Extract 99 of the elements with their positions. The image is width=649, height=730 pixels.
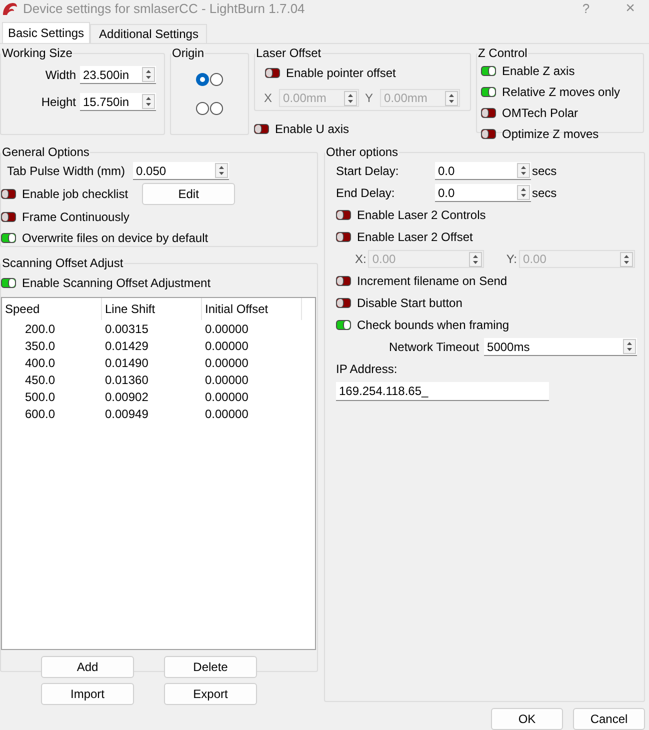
spinner-icon[interactable]	[142, 67, 155, 82]
toggle-label: Disable Start button	[357, 295, 462, 312]
toggle-label: Enable Scanning Offset Adjustment	[22, 275, 211, 292]
spinner-icon[interactable]	[517, 185, 530, 200]
radio-button[interactable]	[196, 73, 208, 86]
table-cell-text: 0.00000	[204, 354, 250, 372]
table-cell-text: 200.0	[24, 320, 56, 338]
spin-field[interactable]: 5000ms	[484, 338, 638, 356]
radio-button[interactable]	[210, 73, 222, 86]
table-cell-text: 0.01429	[104, 338, 150, 354]
toggle-switch[interactable]	[1, 212, 16, 222]
field-label: Start Delay:	[336, 163, 400, 180]
toggle-label: Enable Laser 2 Offset	[357, 229, 473, 246]
toggle-label: Enable U axis	[275, 121, 350, 138]
field-label: Network Timeout	[389, 339, 480, 356]
field-label: End Delay:	[336, 185, 396, 202]
toggle-switch[interactable]	[265, 68, 280, 78]
toggle-label: Frame Continuously	[22, 209, 130, 226]
app-logo-icon	[2, 2, 18, 16]
table-cell-text: 600.0	[24, 406, 56, 422]
tab[interactable]: Additional Settings	[90, 24, 208, 43]
toggle-switch[interactable]	[481, 129, 496, 139]
spinner-icon[interactable]	[215, 163, 228, 178]
push-button[interactable]: Delete	[164, 656, 257, 678]
toggle-label: OMTech Polar	[502, 105, 578, 122]
group-title: General Options	[1, 144, 90, 161]
spin-field[interactable]: 23.500in	[80, 66, 156, 84]
field-label: Tab Pulse Width (mm)	[7, 163, 126, 180]
push-button[interactable]: Edit	[142, 183, 236, 205]
group-title: Scanning Offset Adjust	[1, 255, 124, 272]
spin-field[interactable]: 0.0	[435, 162, 531, 180]
spinner-icon[interactable]	[142, 94, 155, 109]
group-title: Z Control	[477, 45, 528, 62]
group-title: Laser Offset	[255, 45, 322, 62]
table-cell-text: 500.0	[24, 388, 56, 406]
toggle-label: Increment filename on Send	[357, 273, 508, 290]
toggle-switch[interactable]	[336, 320, 351, 330]
table-cell-text: 0.00000	[204, 406, 250, 422]
toggle-switch[interactable]	[1, 278, 16, 288]
toggle-switch[interactable]	[336, 232, 351, 242]
spinner-icon[interactable]	[517, 163, 530, 178]
push-button[interactable]: Add	[41, 656, 134, 678]
table-cell-text: 450.0	[24, 372, 56, 388]
field-label: X:	[355, 251, 366, 268]
table-cell-text: 0.00000	[204, 320, 250, 338]
push-button[interactable]: Cancel	[573, 708, 645, 730]
push-button[interactable]: Import	[41, 683, 134, 705]
toggle-label: Check bounds when framing	[357, 317, 510, 334]
push-button[interactable]: Export	[164, 683, 257, 705]
table-cell-text: 0.00949	[104, 406, 150, 422]
toggle-switch[interactable]	[1, 233, 16, 243]
toggle-switch[interactable]	[336, 210, 351, 220]
toggle-label: Enable pointer offset	[286, 65, 396, 82]
toggle-switch[interactable]	[254, 124, 269, 134]
field-label: Height	[41, 94, 76, 111]
push-button[interactable]: OK	[491, 708, 563, 730]
toggle-switch[interactable]	[481, 108, 496, 118]
toggle-switch[interactable]	[481, 87, 496, 97]
toggle-label: Optimize Z moves	[502, 126, 599, 143]
input-field[interactable]: 169.254.118.65_	[336, 382, 549, 401]
radio-button[interactable]	[196, 102, 208, 115]
field-label: Width	[45, 67, 76, 84]
unit-label: secs	[532, 185, 557, 202]
table-cell-text: 0.00000	[204, 388, 250, 406]
table-cell-text: 0.00902	[104, 388, 150, 406]
field-label: Y:	[506, 251, 518, 268]
table-cell-text: 0.00000	[204, 372, 250, 388]
toggle-switch[interactable]	[336, 276, 351, 286]
field-label: X	[264, 90, 272, 107]
table-cell-text: 400.0	[24, 354, 56, 372]
toggle-label: Relative Z moves only	[502, 84, 620, 101]
group-title: Origin	[171, 45, 206, 62]
spinner-icon[interactable]	[623, 339, 636, 354]
table-cell-text: 0.00315	[104, 320, 150, 338]
group-title: Other options	[325, 144, 400, 161]
table-cell-text: 350.0	[24, 338, 56, 354]
window-title: Device settings for smlaserCC - LightBurn 1.7.04	[23, 0, 305, 18]
toggle-switch[interactable]	[336, 298, 351, 308]
spin-field[interactable]: 0.050	[133, 162, 230, 180]
unit-label: secs	[532, 163, 557, 180]
toggle-label: Overwrite files on device by default	[22, 230, 208, 247]
toggle-label: Enable Z axis	[502, 63, 575, 80]
table-cell-text: 0.01360	[104, 372, 150, 388]
column-header[interactable]: Initial Offset	[202, 298, 302, 320]
toggle-label: Enable Laser 2 Controls	[357, 207, 486, 224]
toggle-switch[interactable]	[481, 66, 496, 76]
tab[interactable]: Basic Settings	[2, 22, 90, 43]
table-cell-text: 0.01490	[104, 354, 150, 372]
radio-button[interactable]	[210, 102, 222, 115]
column-header[interactable]: Speed	[2, 298, 102, 320]
toggle-label: Enable job checklist	[22, 186, 128, 203]
spin-field[interactable]: 15.750in	[80, 93, 156, 111]
field-label: IP Address:	[336, 361, 398, 378]
field-label: Y	[365, 90, 374, 107]
group-title: Working Size	[1, 45, 74, 62]
table-cell-text: 0.00000	[204, 338, 250, 354]
toggle-switch[interactable]	[1, 189, 16, 199]
column-header[interactable]: Line Shift	[102, 298, 202, 320]
spin-field[interactable]: 0.0	[435, 184, 531, 202]
